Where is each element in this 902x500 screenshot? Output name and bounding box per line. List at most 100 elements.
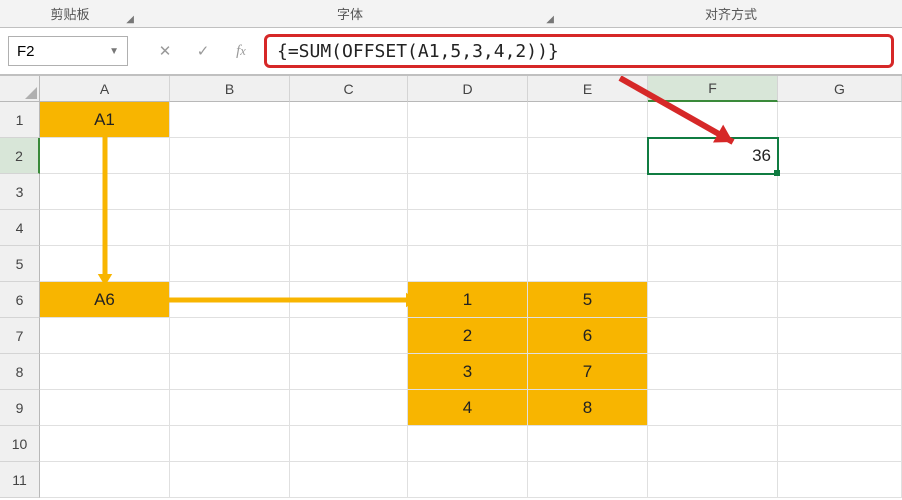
column-header[interactable]: G (778, 76, 902, 102)
column-header[interactable]: E (528, 76, 648, 102)
cell[interactable] (778, 246, 902, 282)
cell[interactable] (408, 210, 528, 246)
cell[interactable] (778, 210, 902, 246)
cell[interactable] (648, 102, 778, 138)
cell[interactable] (778, 318, 902, 354)
row-header[interactable]: 8 (0, 354, 40, 390)
cell[interactable] (648, 462, 778, 498)
cell[interactable]: 7 (528, 354, 648, 390)
cell[interactable]: 5 (528, 282, 648, 318)
row-header[interactable]: 3 (0, 174, 40, 210)
cell[interactable] (290, 174, 408, 210)
cell[interactable] (648, 210, 778, 246)
cell[interactable] (528, 138, 648, 174)
cell[interactable] (40, 318, 170, 354)
cell[interactable] (290, 246, 408, 282)
cell[interactable] (40, 354, 170, 390)
cell[interactable]: 3 (408, 354, 528, 390)
cell[interactable] (170, 354, 290, 390)
fill-handle[interactable] (774, 170, 780, 176)
cancel-icon[interactable]: ✕ (150, 36, 180, 66)
select-all-corner[interactable] (0, 76, 40, 102)
cell[interactable] (648, 174, 778, 210)
cell[interactable] (778, 282, 902, 318)
cell[interactable] (408, 174, 528, 210)
cell[interactable] (170, 246, 290, 282)
cell[interactable] (778, 102, 902, 138)
cell[interactable] (40, 426, 170, 462)
cell[interactable] (170, 210, 290, 246)
cell[interactable] (40, 138, 170, 174)
cell[interactable] (40, 174, 170, 210)
row-header[interactable]: 7 (0, 318, 40, 354)
cell[interactable] (170, 282, 290, 318)
cell[interactable] (778, 174, 902, 210)
cell[interactable] (170, 318, 290, 354)
formula-input[interactable]: {=SUM(OFFSET(A1,5,3,4,2))} (264, 34, 894, 68)
cell[interactable]: A1 (40, 102, 170, 138)
cell[interactable] (408, 462, 528, 498)
column-header[interactable]: F (648, 76, 778, 102)
name-box[interactable]: F2 ▼ (8, 36, 128, 66)
cell[interactable] (778, 354, 902, 390)
cell[interactable] (648, 390, 778, 426)
cell[interactable] (290, 210, 408, 246)
cell[interactable] (528, 102, 648, 138)
row-header[interactable]: 2 (0, 138, 40, 174)
cell[interactable] (40, 462, 170, 498)
column-header[interactable]: C (290, 76, 408, 102)
cell[interactable] (408, 138, 528, 174)
row-header[interactable]: 4 (0, 210, 40, 246)
cell[interactable]: 1 (408, 282, 528, 318)
cell[interactable] (290, 318, 408, 354)
cell[interactable] (528, 426, 648, 462)
cell[interactable] (778, 390, 902, 426)
cell[interactable] (408, 426, 528, 462)
cell[interactable]: 2 (408, 318, 528, 354)
row-header[interactable]: 5 (0, 246, 40, 282)
cell[interactable] (170, 390, 290, 426)
cell[interactable] (170, 102, 290, 138)
cell[interactable] (290, 462, 408, 498)
cell[interactable] (528, 210, 648, 246)
cell[interactable] (408, 246, 528, 282)
cell[interactable] (528, 174, 648, 210)
cell[interactable] (648, 426, 778, 462)
cell[interactable] (290, 354, 408, 390)
cell[interactable] (170, 426, 290, 462)
dialog-launcher-icon[interactable]: ◢ (126, 14, 134, 25)
column-header[interactable]: D (408, 76, 528, 102)
cell[interactable] (778, 426, 902, 462)
cell[interactable] (778, 138, 902, 174)
cell[interactable]: 4 (408, 390, 528, 426)
cell[interactable] (290, 138, 408, 174)
cell[interactable] (408, 102, 528, 138)
row-header[interactable]: 11 (0, 462, 40, 498)
fx-icon[interactable]: fx (226, 36, 256, 66)
cell[interactable] (40, 246, 170, 282)
enter-icon[interactable]: ✓ (188, 36, 218, 66)
cell[interactable] (648, 246, 778, 282)
column-header[interactable]: B (170, 76, 290, 102)
row-header[interactable]: 6 (0, 282, 40, 318)
cell[interactable] (528, 462, 648, 498)
cell[interactable] (778, 462, 902, 498)
chevron-down-icon[interactable]: ▼ (109, 46, 119, 57)
cell[interactable]: 36 (648, 138, 778, 174)
column-header[interactable]: A (40, 76, 170, 102)
cell[interactable] (648, 354, 778, 390)
cell[interactable] (170, 462, 290, 498)
cell[interactable]: 6 (528, 318, 648, 354)
cell[interactable]: 8 (528, 390, 648, 426)
row-header[interactable]: 1 (0, 102, 40, 138)
cell[interactable] (170, 138, 290, 174)
cell[interactable] (290, 282, 408, 318)
row-header[interactable]: 9 (0, 390, 40, 426)
cell[interactable] (170, 174, 290, 210)
cell[interactable] (528, 246, 648, 282)
cell[interactable] (290, 102, 408, 138)
dialog-launcher-icon[interactable]: ◢ (546, 14, 554, 25)
cell[interactable] (40, 390, 170, 426)
cell[interactable] (290, 390, 408, 426)
cell[interactable] (648, 282, 778, 318)
